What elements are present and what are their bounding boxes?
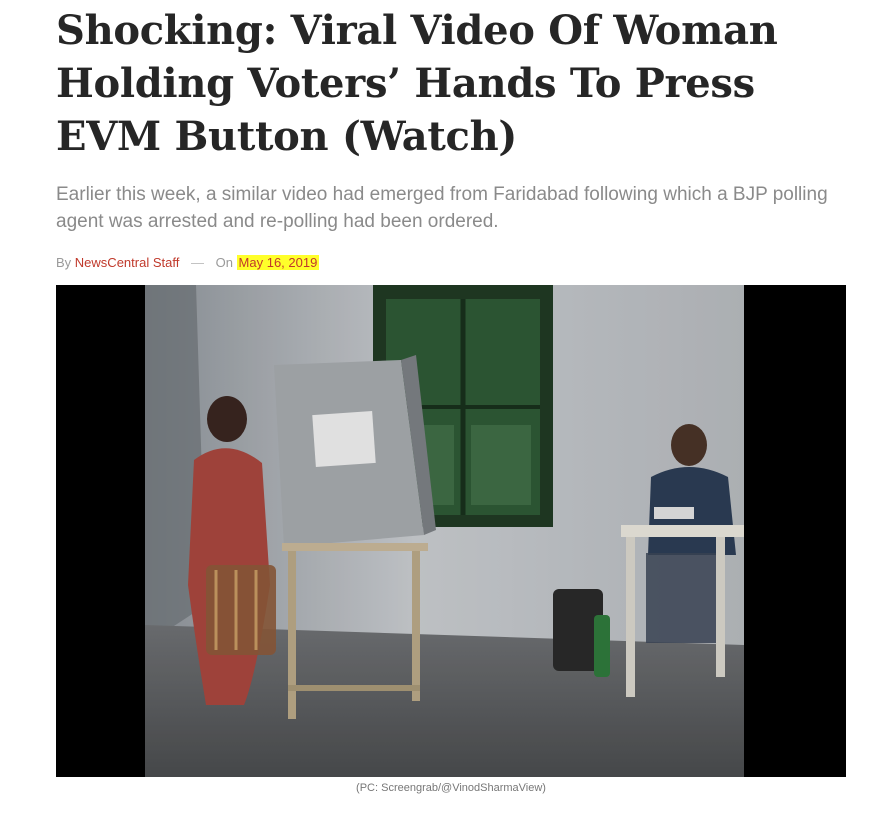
article-title: Shocking: Viral Video Of Woman Holding V… bbox=[56, 7, 778, 160]
author-link[interactable]: NewsCentral Staff bbox=[75, 255, 180, 270]
article-byline: By NewsCentral Staff — On May 16, 2019 bbox=[56, 254, 846, 272]
video-frame[interactable] bbox=[56, 285, 846, 777]
article-subtitle: Earlier this week, a similar video had e… bbox=[56, 184, 828, 232]
article-header: Shocking: Viral Video Of Woman Holding V… bbox=[56, 0, 846, 272]
video-still-image bbox=[56, 285, 846, 777]
by-label: By bbox=[56, 255, 72, 270]
byline-separator: — bbox=[190, 255, 204, 270]
publish-date: May 16, 2019 bbox=[236, 255, 320, 270]
letterbox-right bbox=[744, 285, 846, 777]
letterbox-left bbox=[56, 285, 145, 777]
media-caption: (PC: Screengrab/@VinodSharmaView) bbox=[356, 782, 546, 794]
on-label: On bbox=[215, 255, 233, 270]
